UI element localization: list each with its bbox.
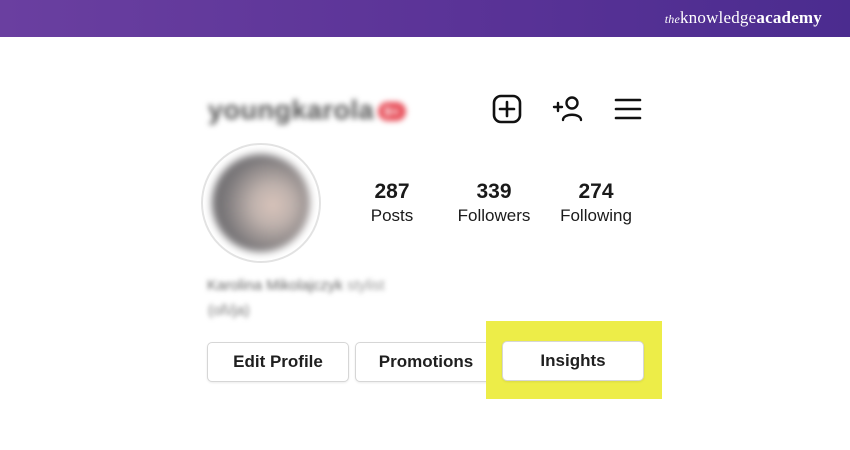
edit-profile-button[interactable]: Edit Profile [207,342,349,382]
bio-pronouns: (ol\/ja) [208,302,250,319]
new-post-button[interactable] [490,92,524,126]
brand-logo: theknowledgeacademy [664,8,822,27]
profile-username: youngkarola 9+ [208,95,406,126]
plus-square-icon [492,94,522,124]
bio-name: Karolina Mikolajczyk stylist [207,277,385,294]
add-person-icon [552,96,583,122]
discover-people-button[interactable] [551,92,585,126]
insights-button[interactable]: Insights [502,341,644,381]
avatar-photo [212,154,310,252]
promotions-button[interactable]: Promotions [355,342,497,382]
hamburger-menu-icon [614,98,642,120]
notification-badge: 9+ [378,102,406,122]
profile-avatar[interactable] [201,143,321,263]
stat-following[interactable]: 274 Following [550,180,642,226]
stat-followers[interactable]: 339 Followers [450,180,538,226]
stat-posts[interactable]: 287 Posts [356,180,428,226]
brand-banner: theknowledgeacademy [0,0,850,37]
menu-button[interactable] [611,92,645,126]
